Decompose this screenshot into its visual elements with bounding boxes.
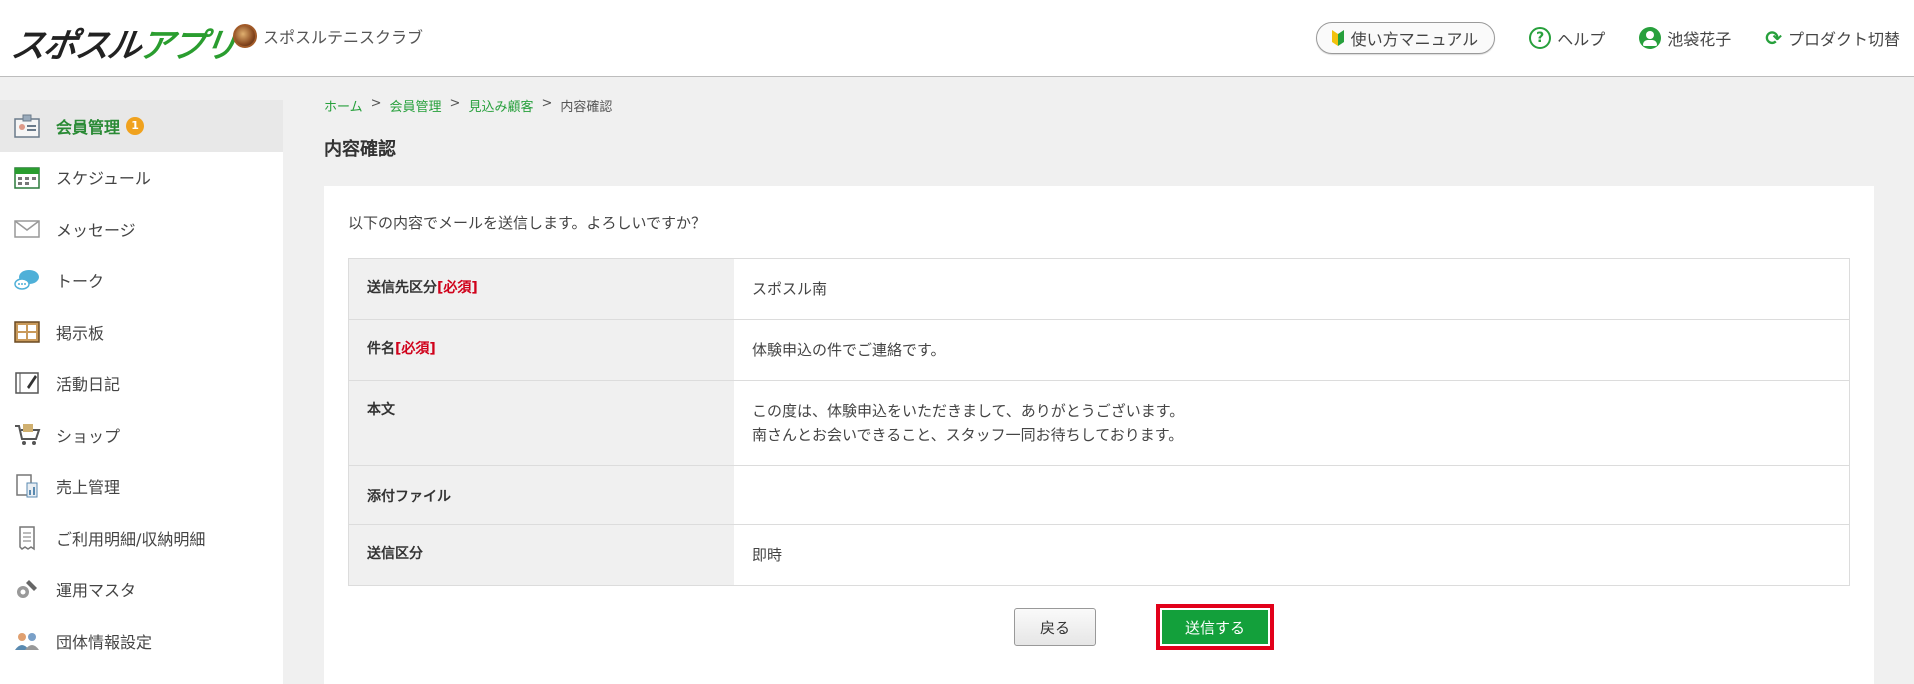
action-buttons: 戻る 送信する [324,604,1874,650]
sales-icon [12,471,42,501]
table-row: 本文 この度は、体験申込をいただきまして、ありがとうございます。 南さんとお会い… [349,381,1849,466]
app-header: スポスルアプリ スポスルテニスクラブ 使い方マニュアル ? ヘルプ 池袋花子 ⟳… [0,0,1914,77]
breadcrumb-members[interactable]: 会員管理 [390,96,442,115]
sidebar-item-label: 掲示板 [56,323,105,343]
cart-icon [12,420,42,450]
sidebar-item-label: 団体情報設定 [56,632,153,652]
sidebar-item-label: 売上管理 [56,478,121,498]
board-icon [12,317,42,347]
table-row: 件名[必須] 体験申込の件でご連絡です。 [349,320,1849,381]
back-button[interactable]: 戻る [1014,608,1096,646]
manual-label: 使い方マニュアル [1350,30,1479,49]
breadcrumb-separator: > [370,96,382,111]
field-label: 件名[必須] [349,320,734,380]
user-name: 池袋花子 [1667,30,1732,49]
envelope-icon [12,214,42,244]
sidebar-item-label: スケジュール [56,169,151,189]
body-line: 南さんとお会いできること、スタッフ一同お待ちしております。 [752,426,1184,444]
field-value [734,466,1849,524]
diary-icon [12,368,42,398]
sidebar-item-billing[interactable]: ご利用明細/収納明細 [0,512,283,564]
body-line: この度は、体験申込をいただきまして、ありがとうございます。 [752,402,1185,420]
sidebar-item-members[interactable]: 会員管理 1 [0,100,283,152]
field-label: 送信区分 [349,525,734,585]
sidebar-item-master[interactable]: 運用マスタ [0,564,283,616]
breadcrumb-prospects[interactable]: 見込み顧客 [468,96,533,115]
confirm-message: 以下の内容でメールを送信します。よろしいですか？ [348,214,707,232]
page-title: 内容確認 [324,139,396,160]
field-value: 体験申込の件でご連絡です。 [752,341,946,359]
sidebar-item-messages[interactable]: メッセージ [0,203,283,255]
breadcrumb-home[interactable]: ホーム [324,96,363,115]
help-label: ヘルプ [1557,30,1606,49]
header-actions: 使い方マニュアル ? ヘルプ 池袋花子 ⟳ プロダクト切替 [1315,22,1900,54]
required-mark: [必須] [395,341,436,357]
logo-text-part1: スポスル [8,26,143,66]
sidebar: 会員管理 1 スケジュール メッセージ トーク 掲示板 活動日記 ショップ 売上… [0,100,283,684]
table-row: 送信先区分[必須] スポスル南 [349,259,1849,320]
breadcrumb-separator: > [449,96,461,111]
confirm-table: 送信先区分[必須] スポスル南 件名[必須] 体験申込の件でご連絡です。 本文 … [348,258,1850,586]
group-icon [12,626,42,656]
sidebar-item-label: ショップ [56,426,121,446]
field-value: スポスル南 [752,280,828,298]
sidebar-item-board[interactable]: 掲示板 [0,306,283,358]
field-value: 即時 [752,546,783,564]
club-emblem-icon [233,24,257,48]
breadcrumb-separator: > [541,96,553,111]
logo-text-part2: アプリ [136,26,239,66]
sidebar-item-label: トーク [56,272,105,292]
notification-badge: 1 [126,116,145,135]
field-value: この度は、体験申込をいただきまして、ありがとうございます。 南さんとお会いできる… [734,381,1849,465]
user-menu[interactable]: 池袋花子 [1639,26,1731,50]
receipt-icon [12,523,42,553]
member-icon [12,111,42,141]
sidebar-item-diary[interactable]: 活動日記 [0,358,283,410]
field-label: 送信先区分[必須] [349,259,734,319]
settings-icon [12,574,42,604]
app-logo[interactable]: スポスルアプリ [9,14,239,66]
product-switch[interactable]: ⟳ プロダクト切替 [1765,26,1900,50]
table-row: 送信区分 即時 [349,525,1849,585]
club-selector[interactable]: スポスルテニスクラブ [233,24,423,48]
club-name: スポスルテニスクラブ [263,28,424,47]
sidebar-item-label: メッセージ [56,220,136,240]
sidebar-item-sales[interactable]: 売上管理 [0,461,283,513]
refresh-icon: ⟳ [1765,26,1782,50]
sidebar-item-schedule[interactable]: スケジュール [0,152,283,204]
field-label-text: 送信先区分 [367,280,437,296]
sidebar-item-talk[interactable]: トーク [0,255,283,307]
required-mark: [必須] [437,280,478,296]
product-switch-label: プロダクト切替 [1787,30,1900,49]
beginner-mark-icon [1331,30,1344,46]
field-label: 添付ファイル [349,466,734,524]
breadcrumb: ホーム > 会員管理 > 見込み顧客 > 内容確認 [324,96,612,115]
user-icon [1639,27,1662,49]
sidebar-item-group-settings[interactable]: 団体情報設定 [0,615,283,667]
sidebar-item-shop[interactable]: ショップ [0,409,283,461]
chat-icon [12,265,42,295]
confirm-panel: 以下の内容でメールを送信します。よろしいですか？ 送信先区分[必須] スポスル南… [324,186,1874,684]
field-label-text: 件名 [367,341,395,357]
sidebar-item-label: ご利用明細/収納明細 [56,529,206,549]
send-button[interactable]: 送信する [1162,610,1268,644]
help-link[interactable]: ? ヘルプ [1529,26,1605,50]
sidebar-item-label: 活動日記 [56,375,121,395]
sidebar-item-label: 会員管理 [56,117,121,137]
calendar-icon [12,162,42,192]
send-button-highlight: 送信する [1156,604,1274,650]
table-row: 添付ファイル [349,466,1849,525]
manual-button[interactable]: 使い方マニュアル [1315,22,1496,54]
help-icon: ? [1529,27,1552,49]
breadcrumb-current: 内容確認 [560,100,613,115]
sidebar-item-label: 運用マスタ [56,581,137,601]
field-label: 本文 [349,381,734,465]
